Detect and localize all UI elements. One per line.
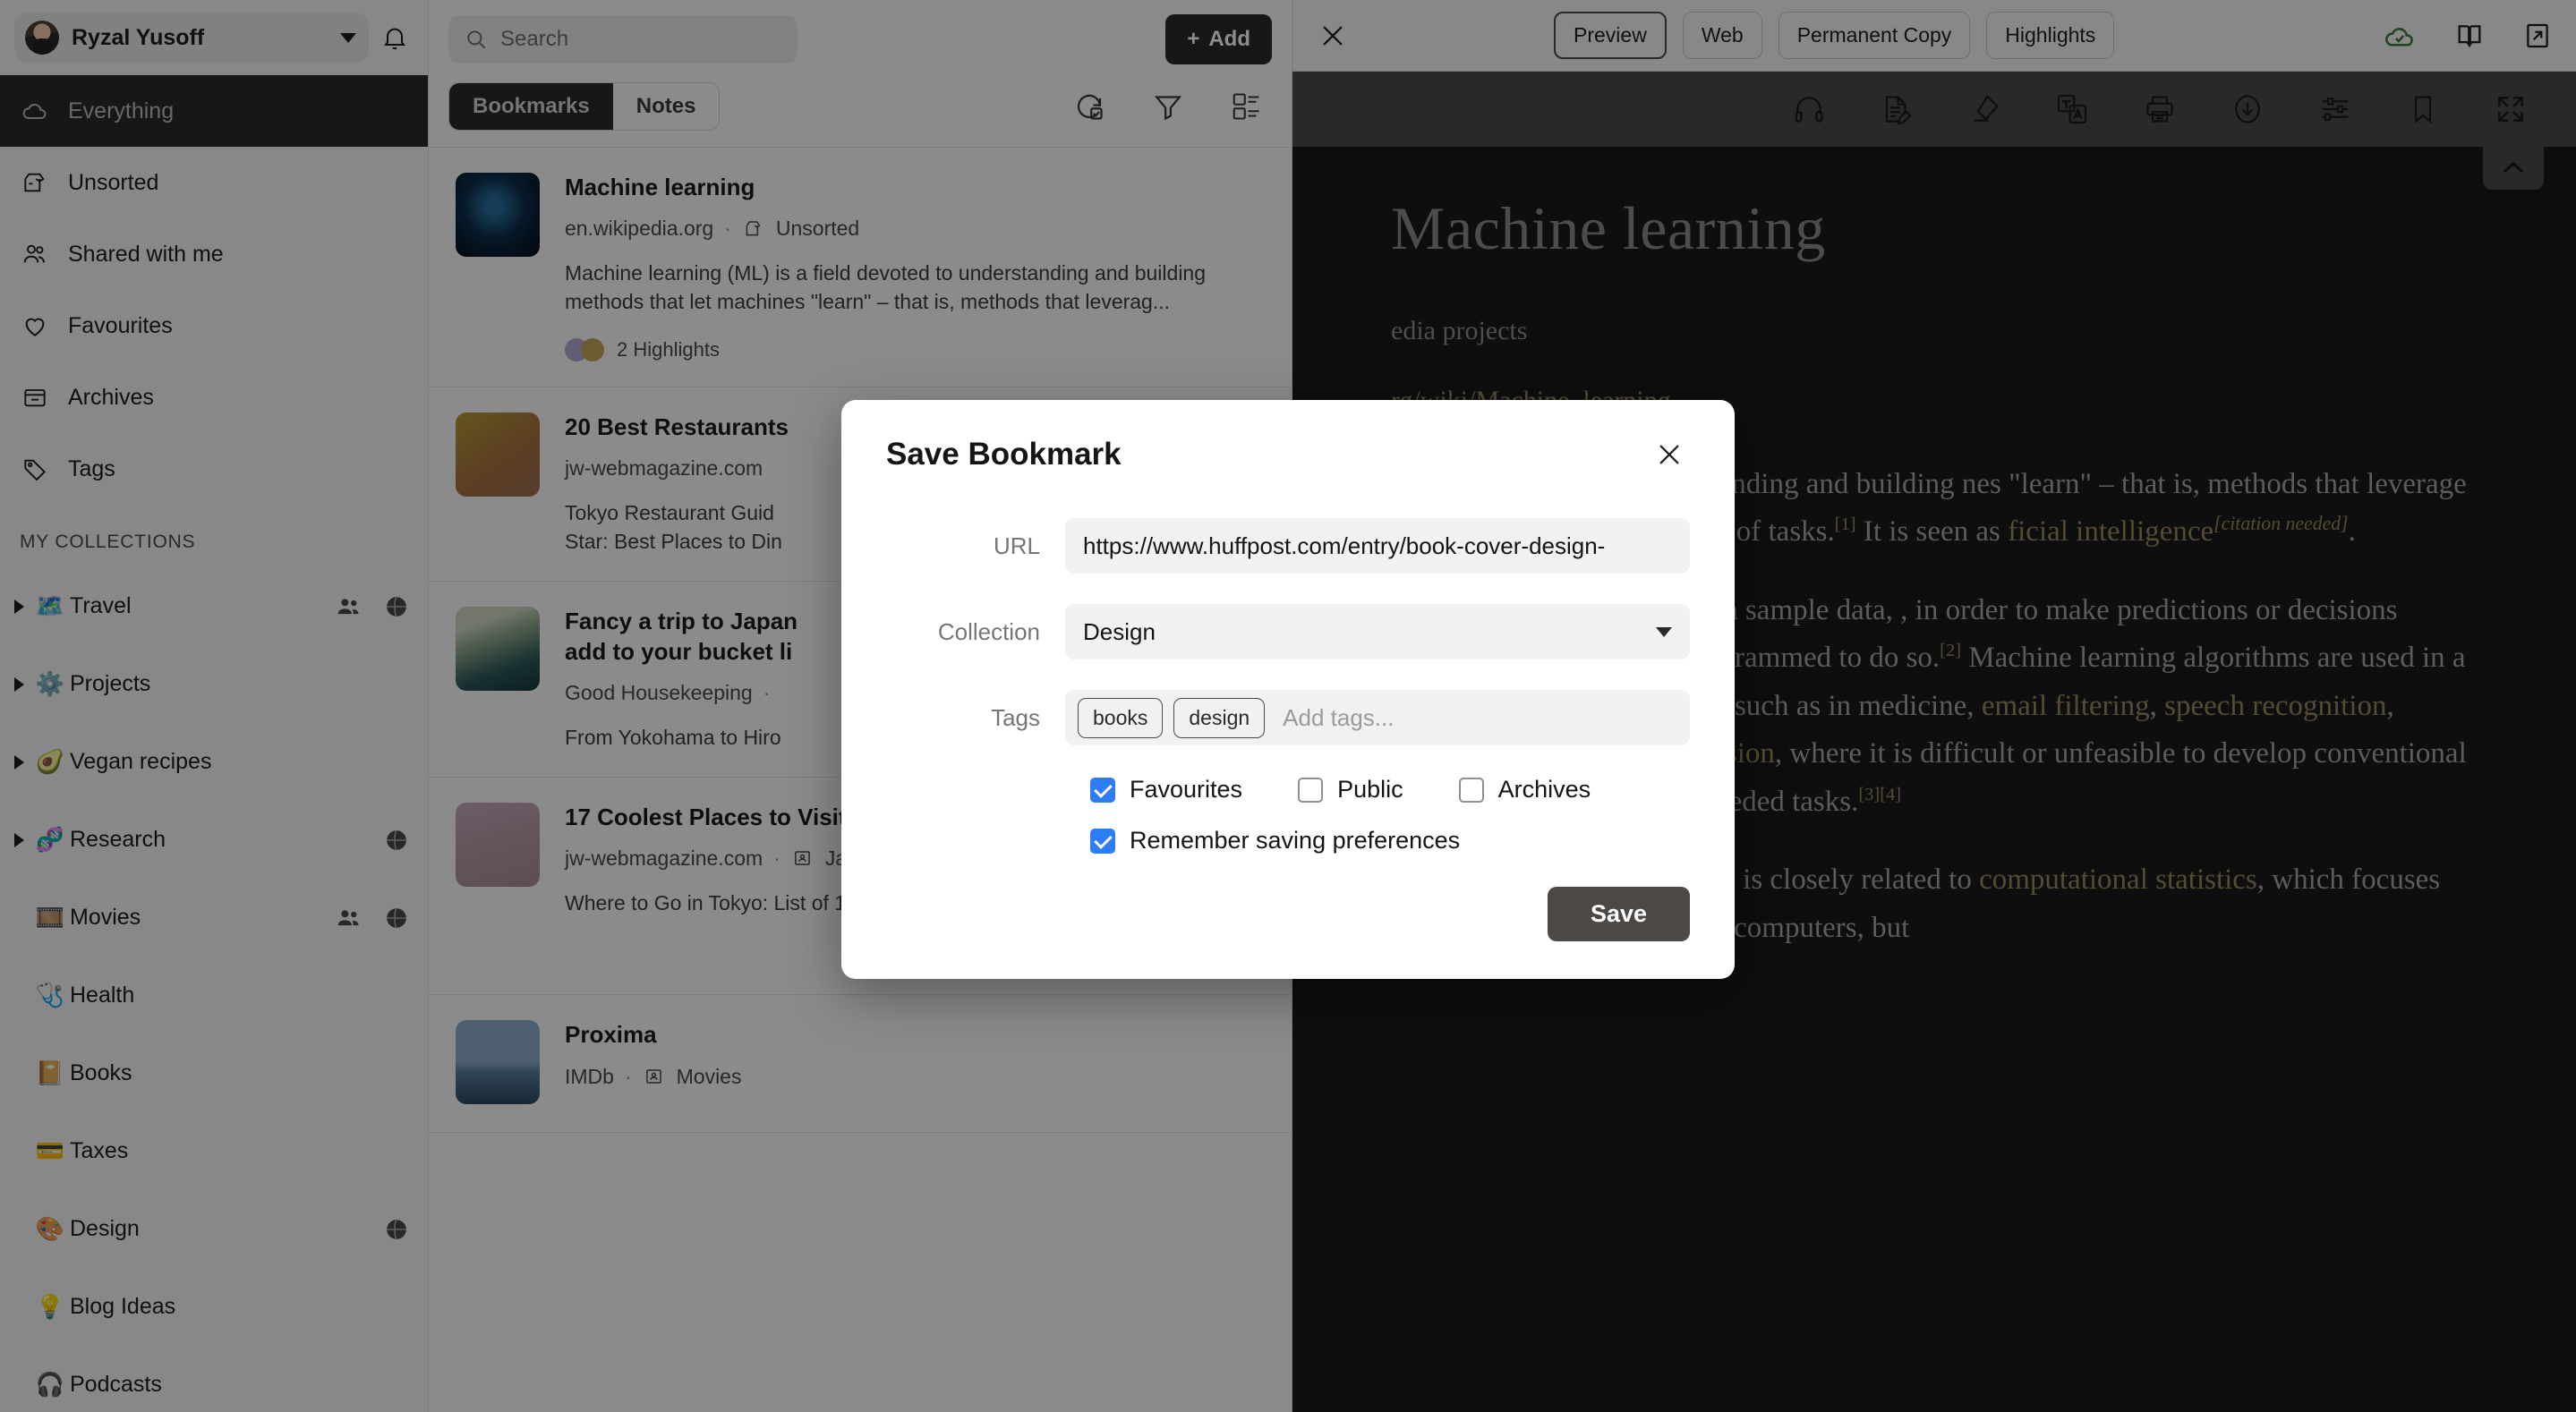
flags-row: Favourites Public Archives (1090, 776, 1690, 804)
checkbox-box[interactable] (1298, 777, 1324, 803)
checkbox-public[interactable]: Public (1298, 776, 1403, 804)
checkbox-favourites[interactable]: Favourites (1090, 776, 1242, 804)
remember-row: Remember saving preferences (1090, 827, 1690, 855)
checkbox-label: Archives (1497, 776, 1591, 803)
checkbox-box[interactable] (1090, 777, 1115, 803)
tags-row: Tags books design Add tags... (886, 690, 1690, 745)
url-row: URL https://www.huffpost.com/entry/book-… (886, 518, 1690, 574)
tag-chip[interactable]: books (1078, 697, 1164, 738)
collection-selected-value: Design (1083, 617, 1156, 645)
checkbox-label: Favourites (1130, 776, 1243, 803)
close-icon[interactable] (1649, 434, 1690, 475)
tag-chip[interactable]: design (1173, 697, 1266, 738)
url-input[interactable]: https://www.huffpost.com/entry/book-cove… (1065, 518, 1690, 574)
checkbox-archives[interactable]: Archives (1458, 776, 1591, 804)
save-button[interactable]: Save (1547, 887, 1690, 941)
checkbox-box[interactable] (1458, 777, 1484, 803)
tags-label: Tags (991, 703, 1040, 731)
collection-label: Collection (937, 617, 1040, 645)
chevron-down-icon (1656, 626, 1672, 637)
checkbox-label: Remember saving preferences (1130, 827, 1461, 854)
app-root: Ryzal Yusoff Everything Unsorted Shared … (0, 0, 2576, 1412)
tags-placeholder: Add tags... (1283, 703, 1395, 731)
checkbox-box[interactable] (1090, 828, 1115, 854)
checkbox-label: Public (1337, 776, 1403, 803)
collection-select[interactable]: Design (1065, 604, 1690, 659)
checkbox-remember-saving-preferences[interactable]: Remember saving preferences (1090, 827, 1460, 855)
dialog-header: Save Bookmark (886, 434, 1690, 475)
url-label: URL (993, 532, 1040, 559)
tags-input[interactable]: books design Add tags... (1065, 690, 1690, 745)
dialog-footer: Save (886, 887, 1690, 941)
save-bookmark-dialog: Save Bookmark URL https://www.huffpost.c… (841, 400, 1735, 979)
dialog-title: Save Bookmark (886, 437, 1122, 472)
collection-row: Collection Design (886, 604, 1690, 659)
